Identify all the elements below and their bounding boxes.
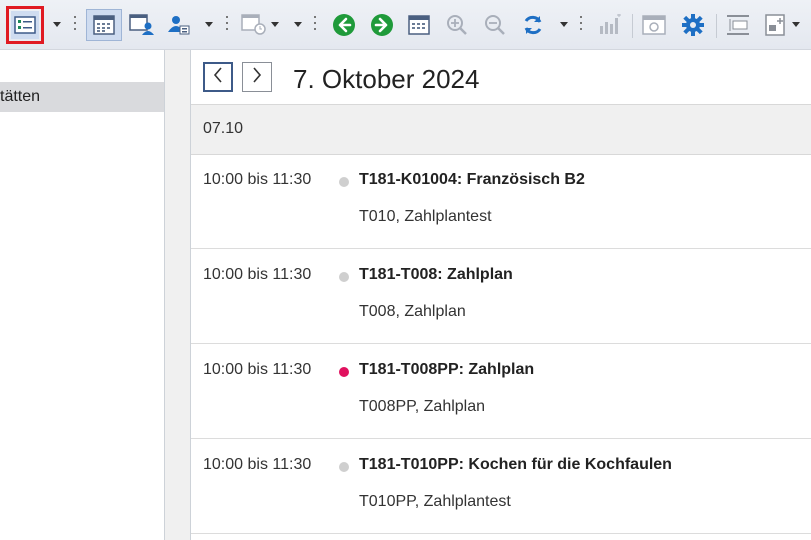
event-time: 10:00 bis 11:30 <box>203 266 312 283</box>
zoom-out-icon <box>483 13 507 37</box>
event-status-dot <box>339 272 349 282</box>
settings-button[interactable] <box>679 11 707 39</box>
bar-chart-icon <box>598 14 622 36</box>
align-button[interactable] <box>724 11 752 39</box>
event-subtitle: T010, Zahlplantest <box>359 208 492 225</box>
event-item[interactable]: 10:00 bis 11:30 T181-K01004: Französisch… <box>191 154 811 249</box>
event-title: T181-T008PP: Zahlplan <box>359 361 535 378</box>
event-title: T181-T010PP: Kochen für die Kochfaulen <box>359 456 672 473</box>
zoom-out-button[interactable] <box>481 11 509 39</box>
event-subtitle: T010PP, Zahlplantest <box>359 493 511 510</box>
left-panel: tätten <box>0 50 165 540</box>
more-dropdown-arrow[interactable] <box>294 22 302 27</box>
event-item[interactable]: 10:00 bis 11:30 T181-T008: Zahlplan T008… <box>191 249 811 344</box>
resource-calendar-button[interactable] <box>128 11 156 39</box>
day-header-label: 07.10 <box>203 120 244 137</box>
list-view-dropdown-arrow[interactable] <box>53 22 61 27</box>
forward-arrow-icon <box>370 13 394 37</box>
toolbar-divider <box>632 14 633 38</box>
align-top-icon <box>726 14 750 36</box>
toolbar-separator <box>314 16 317 34</box>
left-panel-selected-item[interactable]: tätten <box>0 82 164 112</box>
event-time: 10:00 bis 11:30 <box>203 456 312 473</box>
person-group-icon <box>165 14 191 36</box>
event-subtitle: T008, Zahlplan <box>359 303 466 320</box>
forward-button[interactable] <box>368 11 396 39</box>
back-button[interactable] <box>330 11 358 39</box>
toolbar-separator <box>226 16 229 34</box>
event-time: 10:00 bis 11:30 <box>203 171 312 188</box>
next-day-button[interactable] <box>242 62 272 92</box>
toolbar-separator <box>580 16 583 34</box>
refresh-button[interactable] <box>519 11 547 39</box>
calendar-button[interactable] <box>405 11 433 39</box>
event-title: T181-K01004: Französisch B2 <box>359 171 585 188</box>
event-status-dot <box>339 177 349 187</box>
timeline-dropdown-arrow[interactable] <box>271 22 279 27</box>
day-header: 07.10 <box>191 104 811 155</box>
previous-day-button[interactable] <box>203 62 233 92</box>
event-status-dot <box>339 462 349 472</box>
zoom-in-icon <box>445 13 469 37</box>
toolbar-divider <box>716 14 717 38</box>
event-list: 10:00 bis 11:30 T181-K01004: Französisch… <box>191 154 811 534</box>
gear-icon <box>681 13 705 37</box>
insert-icon <box>764 13 788 37</box>
zoom-in-button[interactable] <box>443 11 471 39</box>
statistics-button[interactable] <box>596 11 624 39</box>
month-grid-icon <box>93 15 115 35</box>
refresh-dropdown-arrow[interactable] <box>560 22 568 27</box>
date-title: 7. Oktober 2024 <box>293 64 480 94</box>
refresh-icon <box>521 13 545 37</box>
event-time: 10:00 bis 11:30 <box>203 361 312 378</box>
persons-dropdown-arrow[interactable] <box>205 22 213 27</box>
event-subtitle: T008PP, Zahlplan <box>359 398 486 415</box>
calendar-grid-icon <box>408 15 430 35</box>
event-title: T181-T008: Zahlplan <box>359 266 513 283</box>
month-view-button[interactable] <box>86 9 122 41</box>
insert-dropdown-arrow[interactable] <box>792 22 800 27</box>
timeline-button[interactable] <box>240 11 268 39</box>
calendar-person-icon <box>129 14 155 36</box>
agenda-panel: 7. Oktober 2024 07.10 10:00 bis 11:30 T1… <box>190 50 811 540</box>
event-item[interactable]: 10:00 bis 11:30 T181-T010PP: Kochen für … <box>191 439 811 534</box>
event-item[interactable]: 10:00 bis 11:30 T181-T008PP: Zahlplan T0… <box>191 344 811 439</box>
event-status-dot <box>339 367 349 377</box>
persons-button[interactable] <box>164 11 192 39</box>
schedule-icon <box>642 14 666 36</box>
schedule-button[interactable] <box>640 11 668 39</box>
toolbar-separator <box>74 16 77 34</box>
back-arrow-icon <box>332 13 356 37</box>
list-view-button[interactable] <box>6 6 44 44</box>
insert-button[interactable] <box>762 11 790 39</box>
calendar-clock-icon <box>241 14 267 36</box>
chevron-left-icon <box>213 66 223 88</box>
list-view-icon <box>14 16 36 34</box>
toolbar <box>0 0 811 50</box>
chevron-right-icon <box>252 66 262 88</box>
